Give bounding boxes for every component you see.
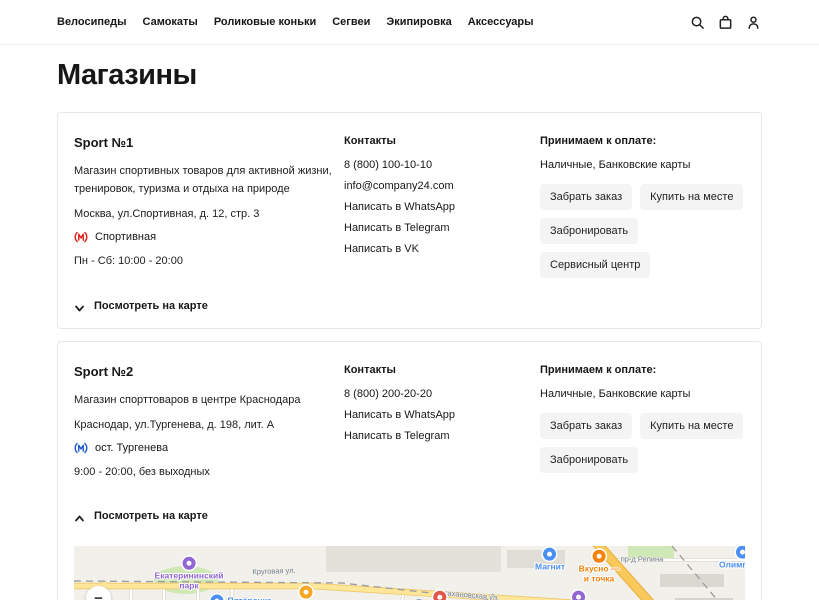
payment-title: Принимаем к оплате: xyxy=(540,135,745,147)
map-poi-marker[interactable]: Orange Fitness xyxy=(548,591,610,600)
store-phone[interactable]: 8 (800) 200-20-20 xyxy=(344,388,540,400)
store-address: Москва, ул.Спортивная, д. 12, стр. 3 xyxy=(74,205,344,223)
tag-buy-local: Купить на месте xyxy=(640,184,743,210)
main-nav: Велосипеды Самокаты Роликовые коньки Сег… xyxy=(57,16,534,28)
store-email[interactable]: info@company24.com xyxy=(344,180,540,192)
map-street-label: Круговая ул. xyxy=(252,566,296,577)
top-navigation-bar: Велосипеды Самокаты Роликовые коньки Сег… xyxy=(0,0,819,45)
show-on-map-label: Посмотреть на карте xyxy=(94,510,208,522)
store-name: Sport №1 xyxy=(74,135,344,150)
tag-pickup: Забрать заказ xyxy=(540,413,632,439)
store-description: Магазин спорттоваров в центре Краснодара xyxy=(74,391,342,409)
store-metro-row: ост. Тургенева xyxy=(74,441,344,455)
page-title: Магазины xyxy=(57,59,762,92)
map-poi-marker[interactable]: Олимп Кра xyxy=(719,546,745,570)
store-address: Краснодар, ул.Тургенева, д. 198, лит. А xyxy=(74,416,344,434)
store2-map[interactable]: Екатерининскийпарк Пятёрочка Fly Zone Магни… xyxy=(74,546,745,600)
poi-label: Олимп Кра xyxy=(719,561,745,571)
show-on-map-label: Посмотреть на карте xyxy=(94,300,208,312)
show-on-map-toggle-store2[interactable]: Посмотреть на карте xyxy=(74,510,745,522)
metro-station-label: Спортивная xyxy=(95,231,156,243)
map-poi-marker[interactable]: Пятёрочка xyxy=(210,595,275,600)
payment-title: Принимаем к оплате: xyxy=(540,364,745,376)
nav-item-scooters[interactable]: Самокаты xyxy=(143,16,198,28)
tag-reserve: Забронировать xyxy=(540,447,638,473)
payment-methods: Наличные, Банковские карты xyxy=(540,388,745,400)
poi-label: Екатерининскийпарк xyxy=(155,572,224,592)
tag-service-center: Сервисный центр xyxy=(540,252,650,278)
nav-item-segways[interactable]: Сегвеи xyxy=(332,16,370,28)
whatsapp-link[interactable]: Написать в WhatsApp xyxy=(344,201,540,213)
poi-dot-icon xyxy=(572,591,585,600)
chevron-down-icon xyxy=(74,301,85,312)
service-tags: Забрать заказ Купить на месте Заброниров… xyxy=(540,413,745,473)
telegram-link[interactable]: Написать в Telegram xyxy=(344,222,540,234)
user-icon[interactable] xyxy=(744,13,762,31)
store-hours: 9:00 - 20:00, без выходных xyxy=(74,463,344,481)
store1-payment-column: Принимаем к оплате: Наличные, Банковские… xyxy=(540,129,745,278)
telegram-link[interactable]: Написать в Telegram xyxy=(344,430,540,442)
contacts-title: Контакты xyxy=(344,135,540,147)
poi-dot-icon xyxy=(210,595,223,600)
store2-info-column: Sport №2 Магазин спорттоваров в центре К… xyxy=(74,358,344,488)
store-hours: Пн - Сб: 10:00 - 20:00 xyxy=(74,252,344,270)
vk-link[interactable]: Написать в VK xyxy=(344,243,540,255)
chevron-up-icon xyxy=(74,511,85,522)
store2-payment-column: Принимаем к оплате: Наличные, Банковские… xyxy=(540,358,745,488)
poi-label: Магнит xyxy=(535,563,565,573)
tag-reserve: Забронировать xyxy=(540,218,638,244)
store-description: Магазин спортивных товаров для активной … xyxy=(74,162,342,198)
show-on-map-toggle-store1[interactable]: Посмотреть на карте xyxy=(74,300,745,312)
poi-dot-icon xyxy=(182,557,195,570)
map-poi-marker[interactable]: Стоматология№ 3 xyxy=(410,591,469,600)
poi-dot-icon xyxy=(592,550,605,563)
poi-dot-icon xyxy=(543,548,556,561)
header-icons xyxy=(688,13,762,31)
store1-contacts-column: Контакты 8 (800) 100-10-10 info@company2… xyxy=(344,129,540,278)
metro-icon xyxy=(74,230,88,244)
poi-dot-icon xyxy=(735,546,745,559)
tag-buy-local: Купить на месте xyxy=(640,413,743,439)
map-poi-marker[interactable]: Магнит xyxy=(535,548,565,573)
whatsapp-link[interactable]: Написать в WhatsApp xyxy=(344,409,540,421)
nav-item-bicycles[interactable]: Велосипеды xyxy=(57,16,127,28)
cart-bag-icon[interactable] xyxy=(716,13,734,31)
nav-item-rollerskates[interactable]: Роликовые коньки xyxy=(214,16,316,28)
store-card-sport1: Sport №1 Магазин спортивных товаров для … xyxy=(57,112,762,329)
transit-stop-icon xyxy=(74,441,88,455)
store1-info-column: Sport №1 Магазин спортивных товаров для … xyxy=(74,129,344,278)
store-phone[interactable]: 8 (800) 100-10-10 xyxy=(344,159,540,171)
nav-item-accessories[interactable]: Аксессуары xyxy=(468,16,534,28)
service-tags: Забрать заказ Купить на месте Заброниров… xyxy=(540,184,745,278)
store-metro-row: Спортивная xyxy=(74,230,344,244)
payment-methods: Наличные, Банковские карты xyxy=(540,159,745,171)
map-poi-marker[interactable]: Екатерининскийпарк xyxy=(155,557,224,592)
map-street-label: пр-д Репина xyxy=(621,555,664,564)
poi-dot-icon xyxy=(299,586,312,599)
contacts-title: Контакты xyxy=(344,364,540,376)
nav-item-equipment[interactable]: Экипировка xyxy=(386,16,451,28)
poi-dot-icon xyxy=(433,591,446,600)
transit-stop-label: ост. Тургенева xyxy=(95,442,168,454)
tag-pickup: Забрать заказ xyxy=(540,184,632,210)
poi-label: Пятёрочка xyxy=(227,597,271,600)
map-poi-marker[interactable]: Fly Zone xyxy=(289,586,324,600)
search-icon[interactable] xyxy=(688,13,706,31)
map-markers: Екатерининскийпарк Пятёрочка Fly Zone Магни… xyxy=(74,546,745,600)
store2-contacts-column: Контакты 8 (800) 200-20-20 Написать в Wh… xyxy=(344,358,540,488)
map-poi-marker[interactable]: Вкусно —и точка xyxy=(579,550,620,585)
store-card-sport2: Sport №2 Магазин спорттоваров в центре К… xyxy=(57,341,762,600)
poi-label: Вкусно —и точка xyxy=(579,565,620,585)
store-name: Sport №2 xyxy=(74,364,344,379)
